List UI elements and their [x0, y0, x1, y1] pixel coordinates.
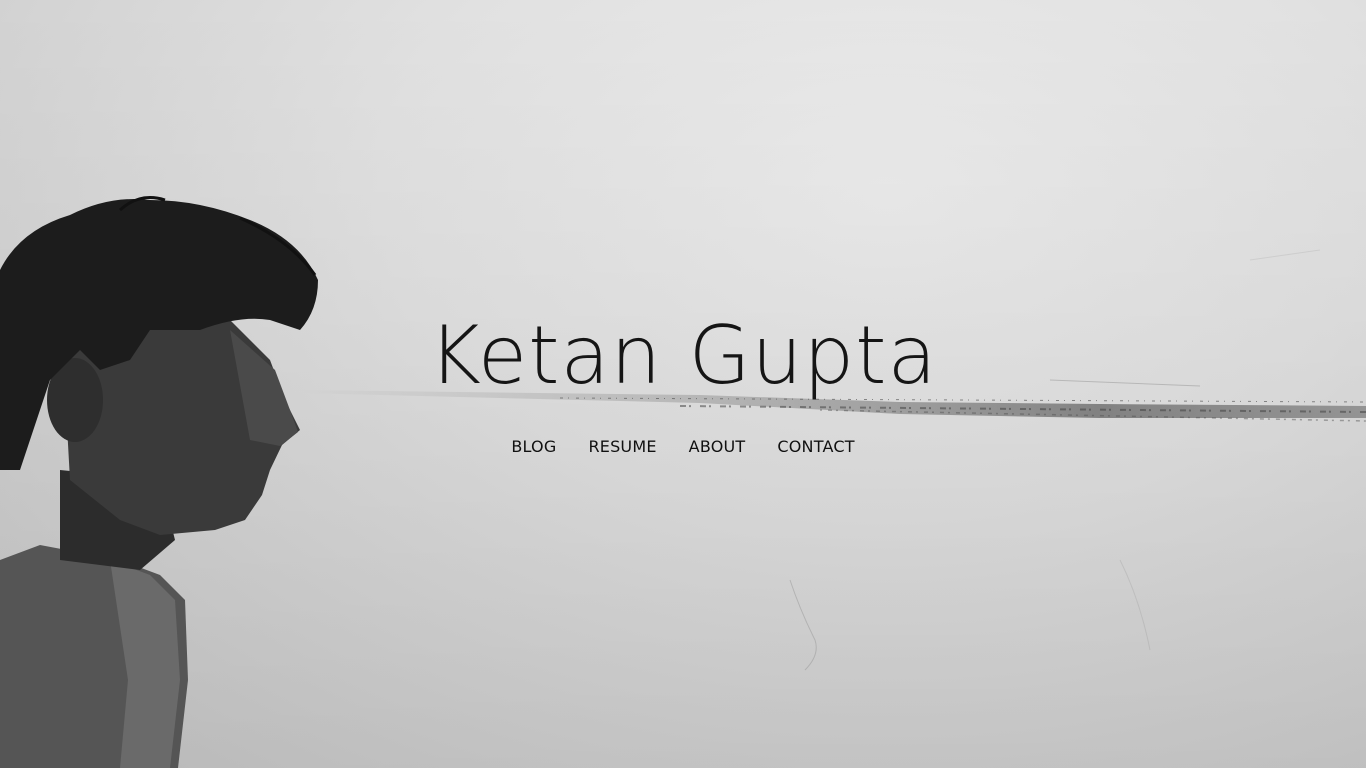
nav-link-blog[interactable]: BLOG	[511, 436, 556, 458]
main-nav: BLOG RESUME ABOUT CONTACT	[0, 436, 1366, 458]
nav-link-resume[interactable]: RESUME	[588, 436, 656, 458]
nav-link-about[interactable]: ABOUT	[689, 436, 746, 458]
site-title: Ketan Gupta	[428, 309, 938, 402]
nav-link-contact[interactable]: CONTACT	[777, 436, 854, 458]
